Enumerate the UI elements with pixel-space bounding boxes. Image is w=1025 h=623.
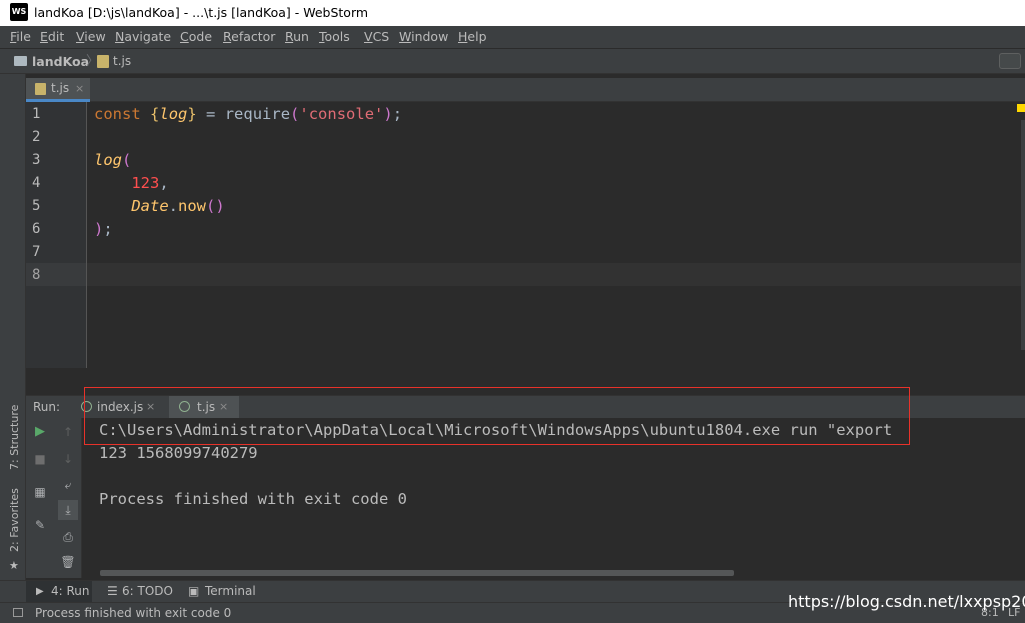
- code-line: log(: [94, 151, 132, 169]
- webstorm-app-icon: WS: [10, 3, 28, 21]
- editor-scrollbar[interactable]: [1021, 120, 1025, 350]
- menu-window[interactable]: Window: [399, 26, 448, 48]
- line-number: 5: [32, 198, 41, 214]
- menu-code[interactable]: Code: [180, 26, 212, 48]
- code-line: Date.now(): [131, 197, 225, 215]
- favorites-tool-button[interactable]: 2: Favorites: [8, 488, 21, 552]
- code-line: );: [94, 220, 113, 238]
- settings-button[interactable]: [999, 53, 1021, 69]
- trash-icon[interactable]: 🗑: [58, 552, 78, 572]
- menu-refactor[interactable]: Refactor: [223, 26, 275, 48]
- star-icon: ★: [9, 559, 19, 572]
- run-label: Run:: [33, 400, 61, 414]
- line-number: 7: [32, 244, 41, 260]
- console-line: 123 1568099740279: [99, 444, 258, 462]
- navigation-bar: landKoa 〉 t.js: [0, 48, 1025, 74]
- js-file-icon: [35, 83, 46, 95]
- line-number: 8: [32, 267, 41, 283]
- left-tool-strip: 7: Structure 2: Favorites ★: [0, 74, 26, 604]
- menu-help[interactable]: Help: [458, 26, 487, 48]
- pin-icon[interactable]: ✎: [30, 515, 50, 535]
- inspection-marker[interactable]: [1017, 104, 1025, 112]
- menu-navigate[interactable]: Navigate: [115, 26, 171, 48]
- line-number: 3: [32, 152, 41, 168]
- window-title: landKoa [D:\js\landKoa] - ...\t.js [land…: [34, 5, 369, 20]
- line-number: 2: [32, 129, 41, 145]
- list-icon: ☰: [107, 584, 118, 598]
- watermark: https://blog.csdn.net/lxxpsp2007: [788, 592, 1025, 611]
- line-number: 4: [32, 175, 41, 191]
- close-icon[interactable]: ×: [75, 78, 84, 99]
- folder-icon: [14, 56, 27, 66]
- tool-tab-todo[interactable]: 6: TODO: [122, 581, 173, 602]
- layout-icon[interactable]: ▦: [30, 482, 50, 502]
- console-line: Process finished with exit code 0: [99, 490, 407, 508]
- window-toggle-icon[interactable]: [13, 608, 23, 617]
- structure-tool-button[interactable]: 7: Structure: [8, 405, 21, 470]
- breadcrumb-project[interactable]: landKoa: [32, 49, 89, 74]
- line-number: 1: [32, 106, 41, 122]
- code-editor[interactable]: 1 2 3 4 5 6 7 8 const {log} = require('c…: [26, 102, 1025, 391]
- menu-tools[interactable]: Tools: [319, 26, 350, 48]
- menu-view[interactable]: View: [76, 26, 106, 48]
- menu-vcs[interactable]: VCS: [364, 26, 389, 48]
- print-icon[interactable]: ⎙: [58, 527, 78, 547]
- down-arrow-icon[interactable]: ↓: [58, 449, 78, 469]
- run-toolbar: ▶ ↑ ■ ↓ ▦ ⤶ ⤓ ✎ ⎙ 🗑: [26, 418, 82, 578]
- editor-tab-bar: t.js ×: [26, 78, 1025, 102]
- stop-icon[interactable]: ■: [30, 449, 50, 469]
- code-line: const {log} = require('console');: [94, 105, 403, 123]
- tool-tab-run[interactable]: 4: Run: [51, 581, 90, 602]
- console-horizontal-scrollbar[interactable]: [100, 570, 734, 576]
- tab-label: t.js: [51, 81, 70, 95]
- code-line: 123,: [131, 174, 169, 192]
- menu-bar: File Edit View Navigate Code Refactor Ru…: [0, 26, 1025, 48]
- line-number: 6: [32, 221, 41, 237]
- up-arrow-icon[interactable]: ↑: [58, 422, 78, 442]
- breadcrumb-file[interactable]: t.js: [113, 49, 131, 74]
- run-icon: ▶: [36, 586, 44, 597]
- title-bar: WS landKoa [D:\js\landKoa] - ...\t.js [l…: [0, 0, 1025, 26]
- scroll-to-end-icon[interactable]: ⤓: [58, 500, 78, 520]
- js-file-icon: [97, 55, 109, 68]
- gutter-divider: [86, 102, 87, 368]
- tab-t-js[interactable]: t.js ×: [26, 78, 90, 102]
- terminal-icon: ▣: [188, 584, 200, 598]
- menu-edit[interactable]: Edit: [40, 26, 64, 48]
- current-line-highlight: [26, 263, 1025, 286]
- status-message: Process finished with exit code 0: [35, 606, 232, 620]
- tool-tab-terminal[interactable]: Terminal: [205, 581, 256, 602]
- soft-wrap-icon[interactable]: ⤶: [58, 475, 78, 495]
- annotation-highlight-box: [84, 387, 910, 445]
- rerun-play-icon[interactable]: ▶: [30, 422, 50, 442]
- menu-run[interactable]: Run: [285, 26, 309, 48]
- menu-file[interactable]: File: [10, 26, 31, 48]
